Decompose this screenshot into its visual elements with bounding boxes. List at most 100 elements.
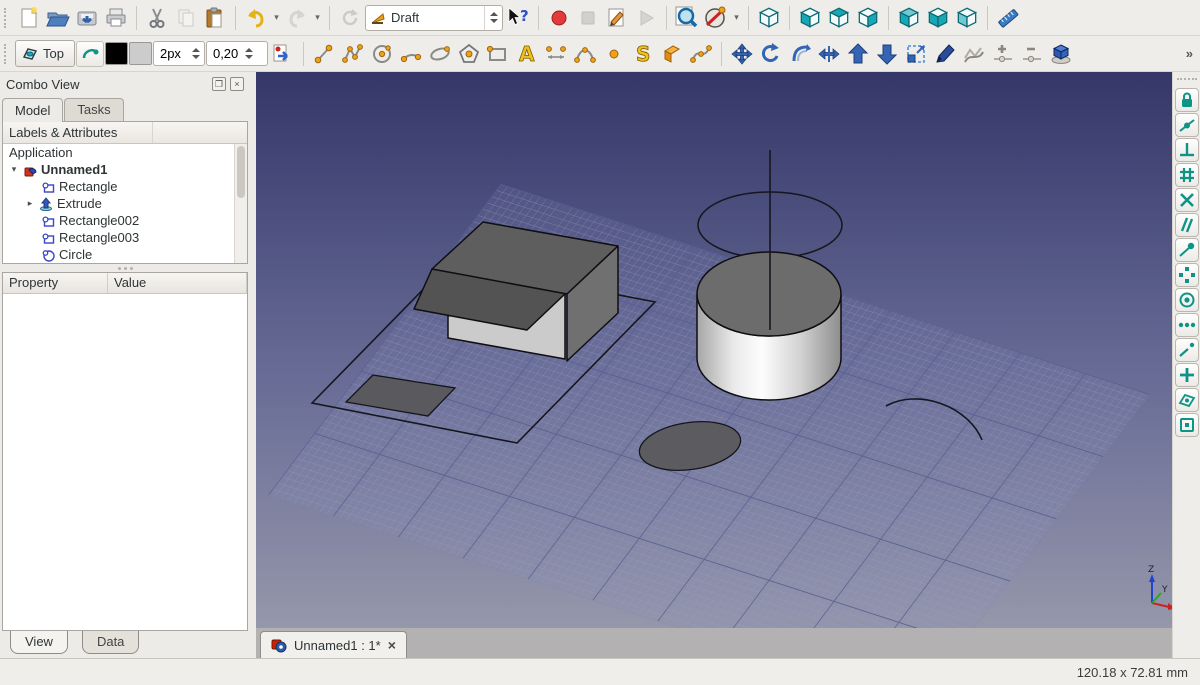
draft-shape2d-view-button[interactable] — [1047, 40, 1075, 68]
view-top-button[interactable] — [825, 4, 853, 32]
expander-closed-icon[interactable]: ▸ — [25, 198, 35, 209]
macro-stop-button[interactable] — [574, 4, 602, 32]
copy-button[interactable] — [172, 4, 200, 32]
open-document-button[interactable] — [44, 4, 72, 32]
view-left-button[interactable] — [953, 4, 981, 32]
draft-circle-button[interactable] — [368, 40, 396, 68]
view-bottom-button[interactable] — [924, 4, 952, 32]
tab-view[interactable]: View — [10, 631, 68, 654]
line-width-spinbox[interactable] — [153, 41, 205, 66]
line-color-swatch[interactable] — [105, 42, 128, 65]
view-front-button[interactable] — [796, 4, 824, 32]
text-scale-spinbox[interactable] — [206, 41, 268, 66]
undo-button[interactable] — [242, 4, 270, 32]
draft-delete-point-button[interactable] — [1018, 40, 1046, 68]
expander-open-icon[interactable]: ▾ — [9, 164, 19, 175]
tab-tasks[interactable]: Tasks — [64, 98, 123, 121]
draft-trimex-button[interactable] — [815, 40, 843, 68]
construction-mode-toggle[interactable] — [76, 41, 104, 67]
draft-polygon-button[interactable] — [455, 40, 483, 68]
snap-near-button[interactable] — [1175, 363, 1199, 387]
view-right-button[interactable] — [854, 4, 882, 32]
draft-bezier-button[interactable] — [687, 40, 715, 68]
tree-item-document[interactable]: ▾ Unnamed1 — [3, 161, 247, 178]
tree-item-rectangle002[interactable]: Rectangle002 — [3, 212, 247, 229]
draft-rectangle-button[interactable] — [484, 40, 512, 68]
draft-wire-to-bspline-button[interactable] — [960, 40, 988, 68]
redo-dropdown[interactable]: ▾ — [312, 4, 323, 32]
snap-midpoint-button[interactable] — [1175, 113, 1199, 137]
tree-item-circle[interactable]: Circle — [3, 246, 247, 263]
line-width-input[interactable] — [160, 46, 190, 61]
undo-dropdown[interactable]: ▾ — [271, 4, 282, 32]
tree-item-rectangle003[interactable]: Rectangle003 — [3, 229, 247, 246]
macro-edit-button[interactable] — [603, 4, 631, 32]
snap-perpendicular-button[interactable] — [1175, 138, 1199, 162]
macro-record-button[interactable] — [545, 4, 573, 32]
working-plane-button[interactable]: Top — [15, 40, 75, 67]
scrollbar-thumb[interactable] — [237, 146, 245, 198]
snap-grid-button[interactable] — [1175, 163, 1199, 187]
view-axonometric-button[interactable] — [755, 4, 783, 32]
paste-button[interactable] — [201, 4, 229, 32]
draft-move-button[interactable] — [728, 40, 756, 68]
tree-item-rectangle[interactable]: Rectangle — [3, 178, 247, 195]
snap-center-button[interactable] — [1175, 288, 1199, 312]
whats-this-button[interactable]: ? — [504, 4, 532, 32]
draft-upgrade-button[interactable] — [844, 40, 872, 68]
text-scale-input[interactable] — [213, 46, 243, 61]
tree-item-application[interactable]: Application — [3, 144, 247, 161]
draft-downgrade-button[interactable] — [873, 40, 901, 68]
tree-item-extrude[interactable]: ▸ Extrude — [3, 195, 247, 212]
draw-style-dropdown[interactable]: ▾ — [731, 4, 742, 32]
snap-working-plane-button[interactable] — [1175, 388, 1199, 412]
draft-edit-button[interactable] — [931, 40, 959, 68]
workbench-selector[interactable]: Draft — [365, 5, 503, 31]
draft-wire-button[interactable] — [339, 40, 367, 68]
line-width-spin[interactable] — [190, 48, 202, 59]
cut-button[interactable] — [143, 4, 171, 32]
draft-arc-button[interactable] — [397, 40, 425, 68]
tab-close-icon[interactable]: × — [388, 638, 396, 652]
document-tab[interactable]: Unnamed1 : 1* × — [260, 631, 407, 658]
snap-extension-button[interactable] — [1175, 338, 1199, 362]
face-color-swatch[interactable] — [129, 42, 152, 65]
toolbar-drag-handle[interactable] — [1177, 78, 1197, 83]
print-button[interactable] — [102, 4, 130, 32]
cylinder-top-face[interactable] — [697, 252, 841, 336]
draft-ellipse-button[interactable] — [426, 40, 454, 68]
panel-float-icon[interactable]: ❐ — [212, 77, 226, 91]
refresh-button[interactable] — [336, 4, 364, 32]
view-rear-button[interactable] — [895, 4, 923, 32]
toolbar-drag-handle[interactable] — [4, 44, 10, 64]
zoom-fit-all-button[interactable] — [673, 4, 701, 32]
draft-rotate-button[interactable] — [757, 40, 785, 68]
panel-splitter[interactable] — [0, 264, 250, 272]
save-document-button[interactable] — [73, 4, 101, 32]
macro-play-button[interactable] — [632, 4, 660, 32]
snap-parallel-button[interactable] — [1175, 213, 1199, 237]
measure-distance-button[interactable] — [994, 4, 1022, 32]
tree-scrollbar[interactable] — [234, 144, 247, 263]
draw-style-button[interactable] — [702, 4, 730, 32]
draft-bspline-button[interactable] — [571, 40, 599, 68]
workbench-spin[interactable] — [484, 6, 498, 30]
snap-ortho-button[interactable] — [1175, 313, 1199, 337]
new-document-button[interactable] — [15, 4, 43, 32]
draft-facebinder-button[interactable] — [658, 40, 686, 68]
draft-add-point-button[interactable] — [989, 40, 1017, 68]
apply-style-button[interactable] — [269, 40, 297, 68]
tab-model[interactable]: Model — [2, 98, 63, 122]
draft-line-button[interactable] — [310, 40, 338, 68]
text-scale-spin[interactable] — [243, 48, 255, 59]
draft-scale-button[interactable] — [902, 40, 930, 68]
draft-shapestring-button[interactable]: S — [629, 40, 657, 68]
snap-lock-button[interactable] — [1175, 88, 1199, 112]
tab-data[interactable]: Data — [82, 631, 139, 654]
draft-offset-button[interactable] — [786, 40, 814, 68]
redo-button[interactable] — [283, 4, 311, 32]
snap-intersection-button[interactable] — [1175, 188, 1199, 212]
snap-angle-button[interactable] — [1175, 263, 1199, 287]
draft-dimension-button[interactable] — [542, 40, 570, 68]
toolbar-drag-handle[interactable] — [4, 8, 10, 28]
